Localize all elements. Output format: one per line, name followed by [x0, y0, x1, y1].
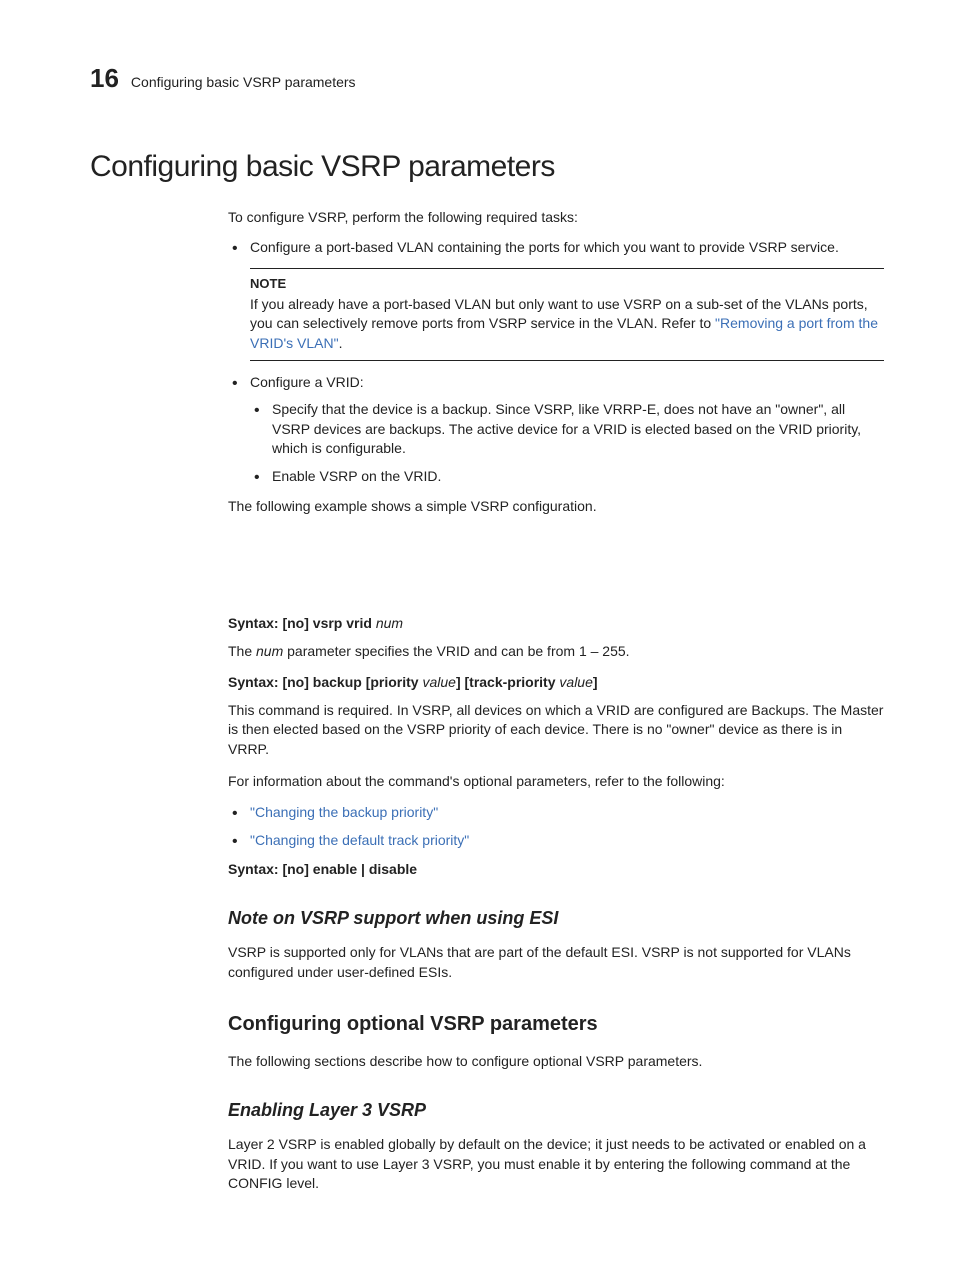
- syntax-arg: value: [559, 674, 592, 690]
- subheading-layer3: Enabling Layer 3 VSRP: [228, 1098, 884, 1123]
- list-item: "Changing the default track priority": [228, 831, 884, 851]
- layer3-paragraph: Layer 2 VSRP is enabled globally by defa…: [228, 1135, 884, 1194]
- running-title: Configuring basic VSRP parameters: [131, 73, 356, 93]
- list-item: Enable VSRP on the VRID.: [250, 467, 884, 487]
- intro-paragraph: To configure VSRP, perform the following…: [228, 208, 884, 228]
- syntax-label: Syntax:: [228, 615, 279, 631]
- list-item: Specify that the device is a backup. Sin…: [250, 400, 884, 459]
- syntax-label: Syntax:: [228, 674, 279, 690]
- syntax-arg: value: [422, 674, 455, 690]
- note-body: If you already have a port-based VLAN bu…: [250, 295, 884, 354]
- subheading-esi: Note on VSRP support when using ESI: [228, 906, 884, 931]
- cross-ref-link[interactable]: "Changing the default track priority": [250, 832, 469, 848]
- syntax-cmd: ]: [593, 674, 598, 690]
- bullet-text: Configure a port-based VLAN containing t…: [250, 239, 839, 255]
- esi-paragraph: VSRP is supported only for VLANs that ar…: [228, 943, 884, 982]
- syntax-description: The num parameter specifies the VRID and…: [228, 642, 884, 662]
- note-box: NOTE If you already have a port-based VL…: [250, 268, 884, 361]
- desc-text: parameter specifies the VRID and can be …: [283, 643, 629, 659]
- main-heading: Configuring basic VSRP parameters: [90, 146, 884, 188]
- task-list: Configure a port-based VLAN containing t…: [228, 238, 884, 258]
- subheading-optional: Configuring optional VSRP parameters: [228, 1010, 884, 1038]
- bullet-text: Configure a VRID:: [250, 374, 364, 390]
- syntax-cmd: [no] vsrp vrid: [279, 615, 376, 631]
- syntax-arg: num: [376, 615, 403, 631]
- link-list: "Changing the backup priority" "Changing…: [228, 803, 884, 850]
- page-header: 16 Configuring basic VSRP parameters: [90, 60, 884, 96]
- syntax-line: Syntax: [no] enable | disable: [228, 860, 884, 880]
- syntax-cmd: [no] enable | disable: [279, 861, 418, 877]
- list-item: Configure a VRID: Specify that the devic…: [228, 373, 884, 487]
- syntax-line: Syntax: [no] backup [priority value] [tr…: [228, 673, 884, 693]
- list-item: "Changing the backup priority": [228, 803, 884, 823]
- list-item: Configure a port-based VLAN containing t…: [228, 238, 884, 258]
- example-intro: The following example shows a simple VSR…: [228, 497, 884, 517]
- desc-arg: num: [256, 643, 283, 659]
- cross-ref-link[interactable]: "Changing the backup priority": [250, 804, 438, 820]
- note-text-post: .: [339, 335, 343, 351]
- spacer: [90, 526, 884, 606]
- note-label: NOTE: [250, 275, 884, 293]
- syntax-line: Syntax: [no] vsrp vrid num: [228, 614, 884, 634]
- optional-paragraph: The following sections describe how to c…: [228, 1052, 884, 1072]
- desc-text: The: [228, 643, 256, 659]
- syntax-cmd: ] [track-priority: [456, 674, 559, 690]
- sub-list: Specify that the device is a backup. Sin…: [250, 400, 884, 486]
- syntax-cmd: [no] backup [priority: [279, 674, 423, 690]
- page-number: 16: [90, 60, 119, 96]
- optional-params-intro: For information about the command's opti…: [228, 772, 884, 792]
- syntax-label: Syntax:: [228, 861, 279, 877]
- syntax-description: This command is required. In VSRP, all d…: [228, 701, 884, 760]
- task-list-2: Configure a VRID: Specify that the devic…: [228, 373, 884, 487]
